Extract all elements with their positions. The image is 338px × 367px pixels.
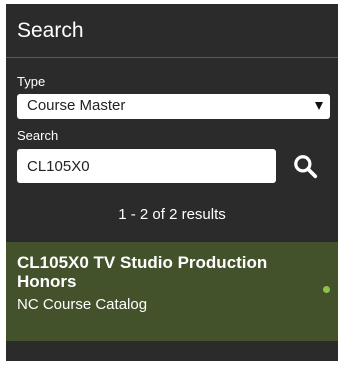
type-select-value: Course Master [27, 97, 126, 114]
search-form: Type Course Master Search [6, 74, 338, 183]
results-list: CL105X0 TV Studio Production Honors NC C… [6, 242, 338, 341]
result-title: CL105X0 TV Studio Production Honors [17, 253, 268, 291]
type-label: Type [17, 74, 46, 89]
panel-header: Search [6, 4, 338, 58]
search-panel: Search Type Course Master Search 1 - 2 o… [6, 4, 338, 361]
results-count: 1 - 2 of 2 results [118, 206, 226, 223]
search-icon [294, 155, 318, 179]
search-row [17, 149, 327, 183]
search-input[interactable] [17, 149, 276, 183]
status-dot [323, 286, 330, 293]
result-source: NC Course Catalog [17, 296, 148, 313]
page-title: Search [17, 19, 84, 42]
search-button[interactable] [289, 151, 321, 181]
type-select[interactable]: Course Master [17, 94, 330, 119]
caret-down-icon [315, 102, 323, 110]
result-item[interactable]: CL105X0 TV Studio Production Honors NC C… [6, 242, 338, 341]
search-label: Search [17, 128, 59, 143]
